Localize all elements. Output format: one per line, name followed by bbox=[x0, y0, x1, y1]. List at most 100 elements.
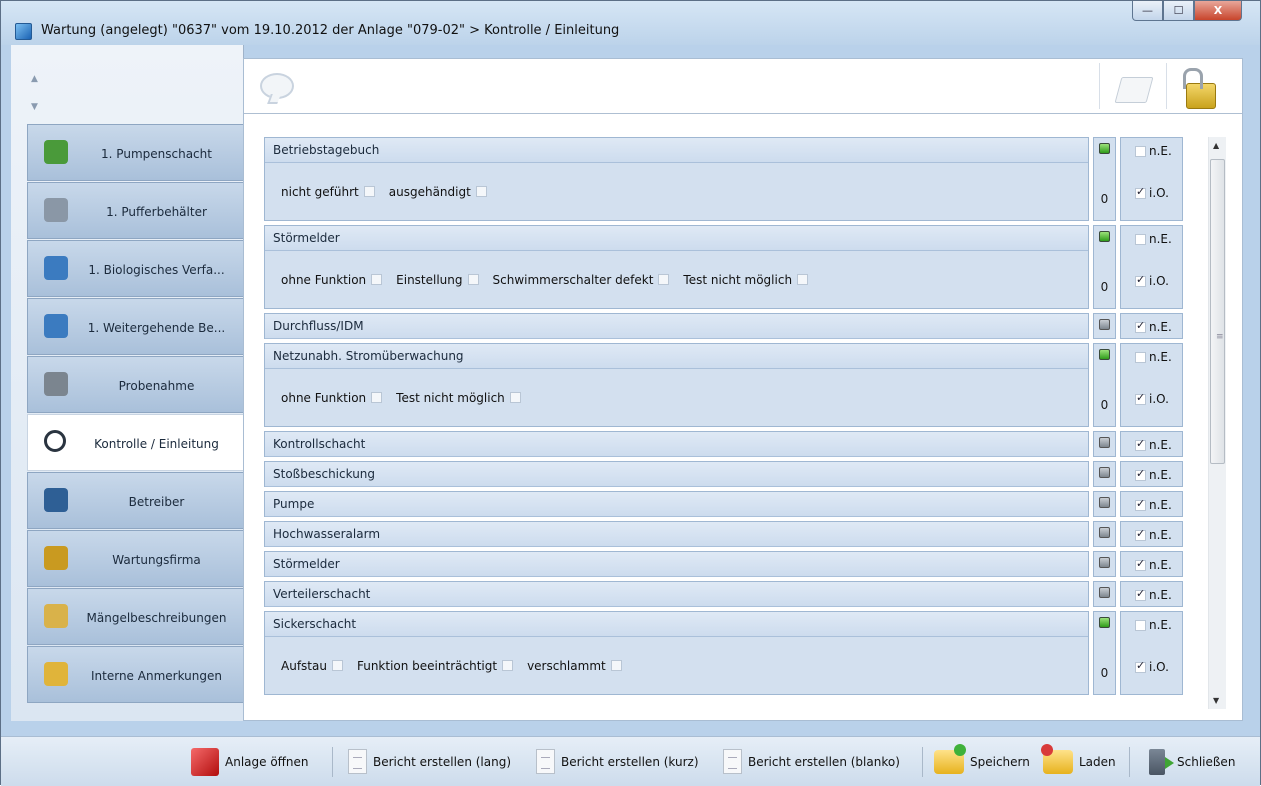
report-long-button[interactable]: Bericht erstellen (lang) bbox=[348, 737, 511, 786]
not-applicable-checkbox[interactable]: n.E. bbox=[1135, 587, 1172, 602]
sidebar-item[interactable]: Mängelbeschreibungen bbox=[27, 588, 243, 645]
option-checkbox[interactable]: verschlammt bbox=[527, 659, 622, 673]
checkbox[interactable] bbox=[363, 186, 375, 197]
group-title[interactable]: Störmelder bbox=[265, 552, 1088, 577]
option-label: nicht geführt bbox=[281, 184, 359, 199]
option-checkbox[interactable]: Schwimmerschalter defekt bbox=[493, 273, 670, 287]
group-title[interactable]: Betriebstagebuch bbox=[265, 138, 1088, 163]
sidebar-item[interactable]: 1. Biologisches Verfa... bbox=[27, 240, 243, 297]
sidebar-scroll-arrows[interactable]: ▲ ▼ bbox=[31, 65, 38, 121]
checkbox[interactable] bbox=[1135, 391, 1146, 405]
checkbox[interactable] bbox=[1135, 497, 1146, 511]
report-short-button[interactable]: Bericht erstellen (kurz) bbox=[536, 737, 699, 786]
checkbox[interactable] bbox=[509, 392, 521, 403]
option-checkbox[interactable]: ausgehändigt bbox=[389, 185, 487, 199]
status-ok-icon bbox=[1099, 617, 1110, 628]
close-button[interactable]: Schließen bbox=[1149, 737, 1235, 786]
option-checkbox[interactable]: nicht geführt bbox=[281, 185, 375, 199]
evaluation-checkboxes: n.E. bbox=[1120, 431, 1183, 457]
open-plant-label: Anlage öffnen bbox=[225, 754, 309, 769]
option-checkbox[interactable]: ohne Funktion bbox=[281, 391, 383, 405]
comment-icon[interactable] bbox=[260, 73, 294, 99]
group-title[interactable]: Pumpe bbox=[265, 492, 1088, 517]
checkbox[interactable] bbox=[1135, 587, 1146, 601]
checkbox[interactable] bbox=[610, 660, 622, 671]
option-checkbox[interactable]: Test nicht möglich bbox=[396, 391, 521, 405]
group-title[interactable]: Stoßbeschickung bbox=[265, 462, 1088, 487]
checkbox[interactable] bbox=[371, 392, 383, 403]
checkbox[interactable] bbox=[1135, 233, 1146, 245]
maximize-button[interactable]: ☐ bbox=[1163, 1, 1194, 21]
open-plant-button[interactable]: Anlage öffnen bbox=[191, 737, 309, 786]
checkbox[interactable] bbox=[1135, 145, 1146, 157]
sidebar-item[interactable]: Wartungsfirma bbox=[27, 530, 243, 587]
scroll-down-icon[interactable]: ▼ bbox=[1213, 696, 1219, 705]
evaluation-checkboxes: n.E. bbox=[1120, 313, 1183, 339]
sidebar-item[interactable]: 1. Pufferbehälter bbox=[27, 182, 243, 239]
checkbox[interactable] bbox=[1135, 319, 1146, 333]
not-applicable-checkbox[interactable]: n.E. bbox=[1135, 232, 1172, 246]
not-applicable-checkbox[interactable]: n.E. bbox=[1135, 467, 1172, 482]
load-button[interactable]: Laden bbox=[1041, 737, 1116, 786]
checkbox[interactable] bbox=[1135, 467, 1146, 481]
checkbox[interactable] bbox=[1135, 527, 1146, 541]
sidebar-item[interactable]: Interne Anmerkungen bbox=[27, 646, 243, 703]
sidebar-item[interactable]: Probenahme bbox=[27, 356, 243, 413]
option-checkbox[interactable]: Einstellung bbox=[396, 273, 479, 287]
group-title[interactable]: Hochwasseralarm bbox=[265, 522, 1088, 547]
ok-checkbox[interactable]: i.O. bbox=[1135, 273, 1169, 288]
group-title[interactable]: Durchfluss/IDM bbox=[265, 314, 1088, 339]
load-folder-icon bbox=[1041, 743, 1073, 774]
option-label: verschlammt bbox=[527, 658, 606, 673]
option-checkbox[interactable]: ohne Funktion bbox=[281, 273, 383, 287]
sidebar-item[interactable]: 1. Pumpenschacht bbox=[27, 124, 243, 181]
not-applicable-checkbox[interactable]: n.E. bbox=[1135, 350, 1172, 364]
not-applicable-checkbox[interactable]: n.E. bbox=[1135, 497, 1172, 512]
checkbox[interactable] bbox=[1135, 273, 1146, 287]
not-applicable-checkbox[interactable]: n.E. bbox=[1135, 557, 1172, 572]
checkbox[interactable] bbox=[467, 274, 479, 285]
group-title[interactable]: Kontrollschacht bbox=[265, 432, 1088, 457]
not-applicable-checkbox[interactable]: n.E. bbox=[1135, 144, 1172, 158]
group-title[interactable]: Sickerschacht bbox=[265, 612, 1088, 637]
group-title[interactable]: Verteilerschacht bbox=[265, 582, 1088, 607]
checkbox[interactable] bbox=[1135, 185, 1146, 199]
sidebar-item[interactable]: 1. Weitergehende Be... bbox=[27, 298, 243, 355]
sidebar-item[interactable]: Kontrolle / Einleitung bbox=[27, 414, 243, 471]
checkbox[interactable] bbox=[371, 274, 383, 285]
checkbox[interactable] bbox=[475, 186, 487, 197]
checkbox[interactable] bbox=[1135, 351, 1146, 363]
scroll-up-icon[interactable]: ▲ bbox=[1213, 141, 1219, 150]
lock-icon[interactable] bbox=[1183, 68, 1216, 109]
save-button[interactable]: Speichern bbox=[934, 737, 1030, 786]
checkbox[interactable] bbox=[331, 660, 343, 671]
close-window-button[interactable]: X bbox=[1194, 1, 1242, 21]
eraser-icon[interactable] bbox=[1114, 77, 1154, 103]
not-applicable-checkbox[interactable]: n.E. bbox=[1135, 319, 1172, 334]
vertical-scrollbar[interactable]: ▲ ≡ ▼ bbox=[1208, 137, 1226, 709]
sidebar-item-label: Betreiber bbox=[128, 494, 185, 509]
checkbox[interactable] bbox=[658, 274, 670, 285]
checkbox[interactable] bbox=[1135, 619, 1146, 631]
report-blank-button[interactable]: Bericht erstellen (blanko) bbox=[723, 737, 900, 786]
not-applicable-checkbox[interactable]: n.E. bbox=[1135, 618, 1172, 632]
checkbox[interactable] bbox=[1135, 557, 1146, 571]
option-checkbox[interactable]: Aufstau bbox=[281, 659, 343, 673]
minimize-button[interactable]: — bbox=[1132, 1, 1163, 21]
ok-checkbox[interactable]: i.O. bbox=[1135, 659, 1169, 674]
inspection-group: Stoßbeschickung bbox=[264, 461, 1089, 487]
ok-checkbox[interactable]: i.O. bbox=[1135, 185, 1169, 200]
checkbox[interactable] bbox=[502, 660, 514, 671]
checkbox[interactable] bbox=[797, 274, 809, 285]
option-checkbox[interactable]: Test nicht möglich bbox=[683, 273, 809, 287]
option-checkbox[interactable]: Funktion beeinträchtigt bbox=[357, 659, 514, 673]
not-applicable-checkbox[interactable]: n.E. bbox=[1135, 527, 1172, 542]
sidebar-item[interactable]: Betreiber bbox=[27, 472, 243, 529]
scroll-thumb[interactable]: ≡ bbox=[1210, 159, 1225, 464]
group-title[interactable]: Netzunabh. Stromüberwachung bbox=[265, 344, 1088, 369]
group-title[interactable]: Störmelder bbox=[265, 226, 1088, 251]
checkbox[interactable] bbox=[1135, 437, 1146, 451]
ok-checkbox[interactable]: i.O. bbox=[1135, 391, 1169, 406]
not-applicable-checkbox[interactable]: n.E. bbox=[1135, 437, 1172, 452]
checkbox[interactable] bbox=[1135, 659, 1146, 673]
